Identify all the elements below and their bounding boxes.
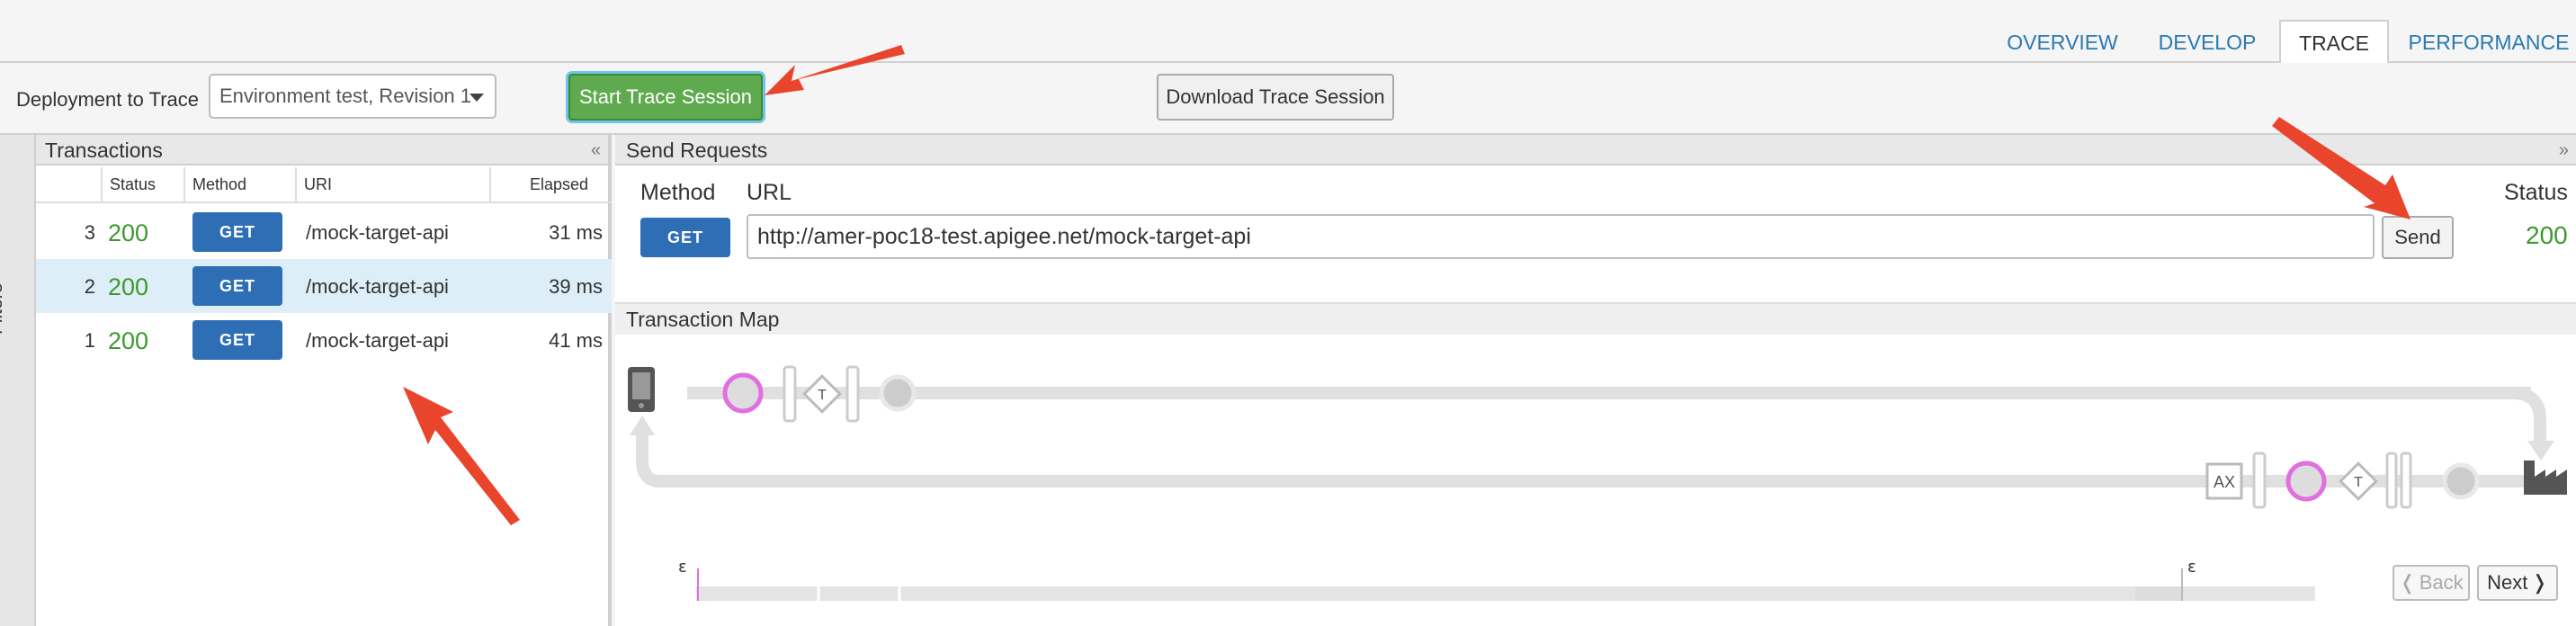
row-number: 2 (84, 275, 95, 298)
filters-label: Filters (0, 282, 6, 335)
send-requests-header: Send Requests » (615, 135, 2576, 165)
row-elapsed: 31 ms (549, 221, 603, 244)
tab-performance[interactable]: PERFORMANCE (2402, 22, 2576, 63)
trace-toolbar: Deployment to Trace Environment test, Re… (0, 63, 2576, 135)
row-number: 3 (84, 221, 95, 244)
chevron-right-icon: ❭ (2531, 571, 2548, 594)
client-device-icon (628, 367, 655, 412)
response-status: 200 (2526, 221, 2568, 249)
policy-step-icon[interactable] (2285, 461, 2327, 502)
collapse-panel-icon[interactable]: « (591, 140, 601, 161)
arrow-down-icon (2527, 441, 2554, 461)
row-uri: /mock-target-api (306, 275, 449, 298)
status-label: Status (2504, 180, 2568, 205)
send-requests-panel: Send Requests » Method URL Status GET ht… (615, 135, 2576, 626)
row-uri: /mock-target-api (306, 221, 449, 244)
method-badge: GET (192, 266, 282, 306)
flow-divider-icon (845, 365, 860, 423)
analytics-step-icon: AX (2205, 462, 2243, 500)
transaction-row[interactable]: 1 200 GET /mock-target-api 41 ms (36, 313, 612, 367)
send-requests-title: Send Requests (626, 139, 768, 162)
method-label: Method (640, 180, 716, 205)
request-flow-line (687, 387, 2531, 399)
start-trace-session-button[interactable]: Start Trace Session (568, 74, 763, 121)
row-elapsed: 39 ms (549, 275, 603, 298)
policy-step-icon[interactable] (2442, 462, 2480, 500)
conditional-step-icon: T (802, 374, 842, 414)
tab-trace[interactable]: TRACE (2279, 20, 2389, 65)
epsilon-start: ε (678, 558, 687, 577)
step-t-label: T (818, 388, 827, 403)
column-header-method[interactable]: Method (185, 167, 297, 203)
next-button[interactable]: Next ❭ (2477, 565, 2558, 601)
send-button[interactable]: Send (2382, 216, 2454, 259)
transaction-map-header: Transaction Map (615, 302, 2576, 335)
url-label: URL (747, 180, 792, 205)
method-badge: GET (192, 212, 282, 252)
transaction-row[interactable]: 3 200 GET /mock-target-api 31 ms (36, 205, 612, 259)
row-uri: /mock-target-api (306, 329, 449, 352)
top-tab-bar: OVERVIEW DEVELOP TRACE PERFORMANCE (0, 0, 2576, 65)
row-elapsed: 41 ms (549, 329, 603, 352)
request-bend (2512, 387, 2546, 443)
next-label: Next (2487, 571, 2528, 594)
transactions-panel: Transactions « Status Method URI Elapsed… (36, 135, 612, 626)
column-header-elapsed[interactable]: Elapsed (491, 167, 612, 203)
flow-divider-icon (783, 365, 797, 423)
url-input[interactable]: http://amer-poc18-test.apigee.net/mock-t… (747, 214, 2375, 259)
transaction-row[interactable]: 2 200 GET /mock-target-api 39 ms (36, 259, 612, 313)
timeline-hatch (2135, 586, 2182, 601)
deployment-label: Deployment to Trace (16, 88, 199, 111)
row-status: 200 (108, 273, 149, 300)
flow-divider-icon (2252, 452, 2267, 509)
back-button[interactable]: ❬ Back (2393, 565, 2470, 601)
transaction-map-title: Transaction Map (626, 308, 780, 331)
chevron-left-icon: ❬ (2399, 571, 2416, 594)
method-badge: GET (192, 320, 282, 360)
back-label: Back (2419, 571, 2464, 594)
caret-down-icon (470, 94, 484, 102)
timeline-bar (696, 586, 2315, 601)
expand-panel-icon[interactable]: » (2559, 140, 2569, 161)
conditional-step-icon: T (2339, 461, 2378, 501)
download-trace-session-button[interactable]: Download Trace Session (1157, 74, 1394, 121)
flow-divider-icon (2385, 452, 2398, 509)
epsilon-end: ε (2187, 558, 2196, 577)
tab-develop[interactable]: DEVELOP (2144, 22, 2270, 63)
flow-divider-icon (2400, 452, 2412, 509)
response-bend (636, 434, 661, 487)
column-header-status[interactable]: Status (103, 167, 185, 203)
tab-overview[interactable]: OVERVIEW (1995, 22, 2130, 63)
deployment-select-value: Environment test, Revision 1 (219, 85, 472, 107)
policy-step-icon[interactable] (722, 372, 764, 414)
column-header-uri[interactable]: URI (297, 167, 491, 203)
arrow-up-icon (630, 416, 655, 435)
target-server-icon (2524, 461, 2567, 495)
policy-step-icon[interactable] (879, 374, 917, 412)
svg-text:T: T (2354, 475, 2363, 490)
svg-text:AX: AX (2214, 473, 2235, 491)
column-header-num (36, 167, 103, 203)
row-status: 200 (108, 327, 149, 354)
transaction-map-diagram: T AX T ε ε (628, 365, 2567, 601)
transactions-header: Transactions « (36, 135, 608, 165)
deployment-select[interactable]: Environment test, Revision 1 (209, 74, 496, 119)
transactions-title: Transactions (45, 139, 163, 162)
filters-sidebar[interactable]: Filters (0, 135, 36, 626)
method-select[interactable]: GET (640, 218, 730, 257)
row-number: 1 (84, 329, 95, 352)
row-status: 200 (108, 219, 149, 246)
